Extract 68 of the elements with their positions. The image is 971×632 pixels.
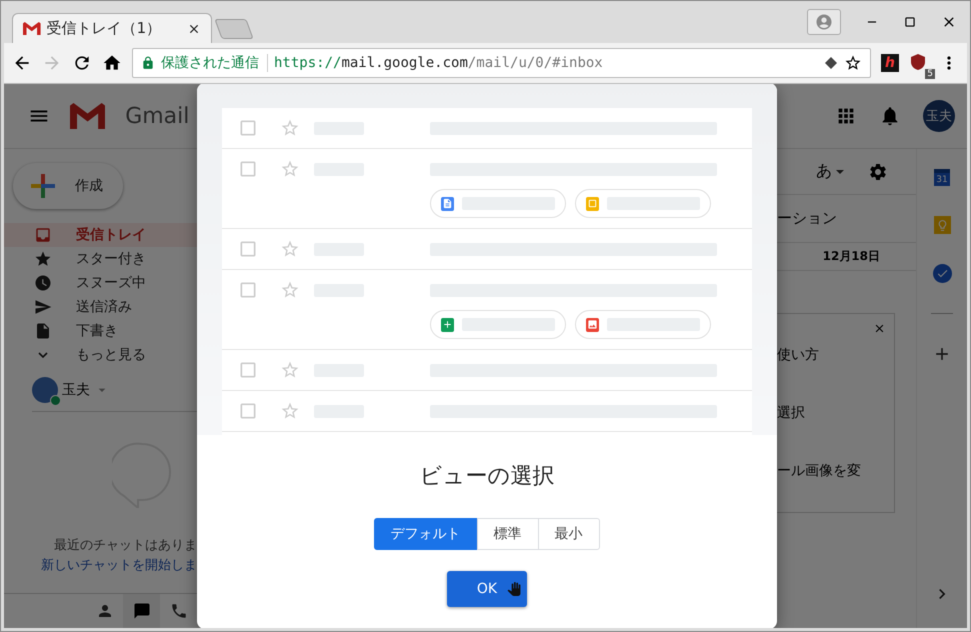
nav-item[interactable]: 送信済み [4, 295, 197, 319]
profile-button[interactable] [807, 9, 841, 35]
compose-button[interactable]: 作成 [13, 163, 123, 209]
slides-icon [586, 196, 600, 210]
empty-chat-text: 最近のチャットはありま [53, 537, 197, 555]
account-name[interactable]: 玉夫 [62, 381, 90, 399]
view-option[interactable]: 最小 [538, 518, 600, 550]
person-icon [815, 13, 833, 31]
check-icon[interactable] [932, 264, 952, 283]
diamond-icon[interactable] [824, 56, 838, 70]
maximize-icon[interactable] [903, 15, 917, 29]
checkbox-icon [238, 118, 258, 138]
checkbox-icon [238, 360, 258, 380]
plus-icon [31, 174, 55, 198]
view-option[interactable]: 標準 [476, 518, 538, 550]
clock-icon [34, 274, 52, 292]
star-icon [280, 118, 300, 138]
star-icon [280, 401, 300, 421]
phone-icon [170, 602, 188, 620]
nav-item[interactable]: 受信トレイ [4, 223, 197, 247]
start-chat-link[interactable]: 新しいチャットを開始しま [4, 556, 197, 576]
nav-item[interactable]: スター付き [4, 247, 197, 271]
gmail-logo-icon [23, 22, 41, 36]
nav-item[interactable]: 下書き [4, 319, 197, 343]
chat-icon [132, 602, 150, 620]
address-bar[interactable]: 保護された通信 https://mail.google.com/mail/u/0/#inbox [132, 48, 871, 78]
account-avatar[interactable] [32, 377, 58, 403]
product-name: Gmail [125, 104, 190, 128]
star-icon [280, 159, 300, 179]
checkbox-icon [238, 280, 258, 300]
checkbox-icon [238, 239, 258, 259]
bookmark-star-icon[interactable] [844, 54, 862, 72]
image-icon [586, 318, 600, 332]
calendar-icon[interactable]: 31 [934, 169, 950, 186]
caret-icon [836, 170, 844, 174]
nav-item[interactable]: スヌーズ中 [4, 271, 197, 295]
hand-cursor-icon [507, 582, 521, 596]
star-icon [280, 239, 300, 259]
avatar[interactable]: 玉夫 [923, 100, 955, 132]
security-label: 保護された通信 [161, 54, 268, 72]
tip-text[interactable]: ール画像を変 [777, 462, 894, 480]
star-icon [34, 250, 52, 268]
settings-icon[interactable] [868, 162, 888, 182]
inbox-icon [34, 226, 52, 244]
ok-button[interactable]: OK [447, 571, 527, 607]
lock-icon [141, 56, 155, 70]
document-icon [441, 196, 454, 210]
tip-text[interactable]: 使い方 [777, 346, 894, 364]
spreadsheet-icon [441, 318, 454, 332]
nav-item[interactable]: もっと見る [4, 343, 197, 367]
tip-text[interactable]: 選択 [777, 404, 894, 422]
dialog-title: ビューの選択 [418, 463, 556, 491]
browser-tab[interactable]: 受信トレイ（1） [12, 13, 212, 43]
extension-icon[interactable]: h [881, 54, 899, 72]
chevron-down-icon [38, 352, 48, 358]
view-option[interactable]: デフォルト [374, 518, 478, 550]
gmail-logo-icon [70, 102, 106, 130]
shield-icon[interactable] [909, 53, 927, 71]
star-icon [280, 280, 300, 300]
checkbox-icon [238, 401, 258, 421]
star-icon [280, 360, 300, 380]
chat-panel-tab[interactable] [123, 594, 160, 628]
checkbox-icon [238, 159, 258, 179]
send-icon [34, 298, 52, 316]
document-icon [34, 322, 52, 340]
input-tool-button[interactable]: あ [816, 161, 844, 182]
extension-badge: 5 [925, 69, 935, 79]
url-text: https://mail.google.com/mail/u/0/#inbox [274, 55, 604, 71]
